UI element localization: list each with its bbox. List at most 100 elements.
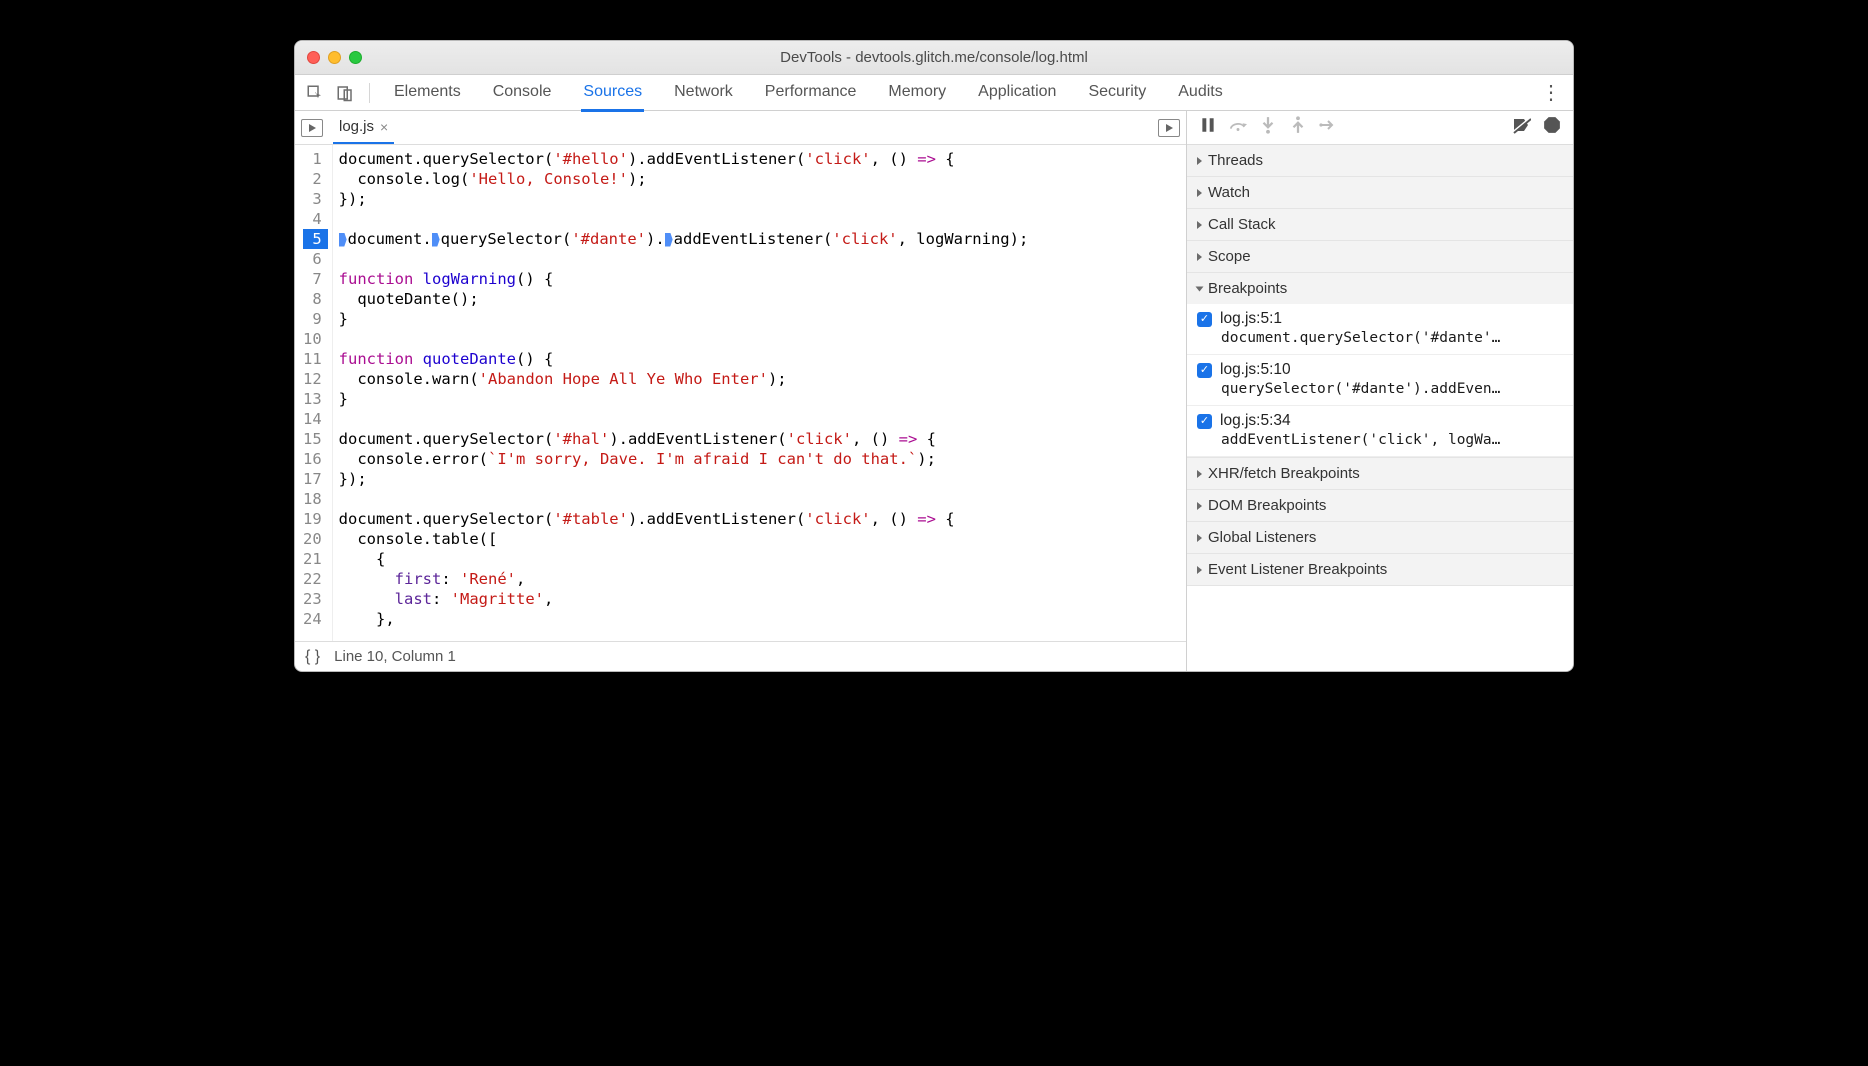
code-line[interactable]: console.table([ bbox=[339, 529, 1029, 549]
section-breakpoints[interactable]: Breakpoints bbox=[1187, 273, 1573, 304]
cursor-position: Line 10, Column 1 bbox=[334, 648, 456, 665]
pause-on-exceptions-icon[interactable] bbox=[1543, 116, 1561, 139]
code-line[interactable]: quoteDante(); bbox=[339, 289, 1029, 309]
disclosure-triangle-icon bbox=[1197, 534, 1202, 542]
line-number[interactable]: 5 bbox=[303, 229, 328, 249]
inspect-element-icon[interactable] bbox=[303, 81, 327, 105]
section-threads[interactable]: Threads bbox=[1187, 145, 1573, 176]
code-editor[interactable]: 123456789101112131415161718192021222324 … bbox=[295, 145, 1186, 641]
breakpoint-snippet: document.querySelector('#dante'… bbox=[1221, 330, 1563, 346]
line-number[interactable]: 11 bbox=[303, 349, 328, 369]
tab-network[interactable]: Network bbox=[672, 75, 735, 111]
code-line[interactable] bbox=[339, 209, 1029, 229]
line-gutter[interactable]: 123456789101112131415161718192021222324 bbox=[295, 145, 333, 641]
section-call-stack[interactable]: Call Stack bbox=[1187, 209, 1573, 240]
line-number[interactable]: 1 bbox=[303, 149, 328, 169]
line-number[interactable]: 3 bbox=[303, 189, 328, 209]
deactivate-breakpoints-icon[interactable] bbox=[1513, 116, 1531, 139]
line-number[interactable]: 15 bbox=[303, 429, 328, 449]
line-number[interactable]: 9 bbox=[303, 309, 328, 329]
line-number[interactable]: 10 bbox=[303, 329, 328, 349]
window-zoom-button[interactable] bbox=[349, 51, 362, 64]
code-line[interactable]: } bbox=[339, 389, 1029, 409]
code-line[interactable]: function quoteDante() { bbox=[339, 349, 1029, 369]
step-out-icon[interactable] bbox=[1289, 116, 1307, 139]
window-minimize-button[interactable] bbox=[328, 51, 341, 64]
tab-elements[interactable]: Elements bbox=[392, 75, 463, 111]
file-tab-logjs[interactable]: log.js × bbox=[333, 111, 394, 144]
tab-security[interactable]: Security bbox=[1086, 75, 1148, 111]
tab-audits[interactable]: Audits bbox=[1176, 75, 1224, 111]
code-line[interactable]: function logWarning() { bbox=[339, 269, 1029, 289]
breakpoint-item[interactable]: ✓log.js:5:10querySelector('#dante').addE… bbox=[1187, 355, 1573, 406]
breakpoint-checkbox[interactable]: ✓ bbox=[1197, 414, 1212, 429]
step-icon[interactable] bbox=[1319, 116, 1337, 139]
show-navigator-icon[interactable] bbox=[301, 119, 323, 137]
line-number[interactable]: 7 bbox=[303, 269, 328, 289]
disclosure-triangle-icon bbox=[1197, 189, 1202, 197]
line-number[interactable]: 21 bbox=[303, 549, 328, 569]
line-number[interactable]: 2 bbox=[303, 169, 328, 189]
step-into-icon[interactable] bbox=[1259, 116, 1277, 139]
line-number[interactable]: 14 bbox=[303, 409, 328, 429]
line-number[interactable]: 22 bbox=[303, 569, 328, 589]
step-over-icon[interactable] bbox=[1229, 116, 1247, 139]
breakpoint-item[interactable]: ✓log.js:5:1document.querySelector('#dant… bbox=[1187, 304, 1573, 355]
code-line[interactable]: first: 'René', bbox=[339, 569, 1029, 589]
section-global-listeners[interactable]: Global Listeners bbox=[1187, 522, 1573, 553]
code-line[interactable]: console.error(`I'm sorry, Dave. I'm afra… bbox=[339, 449, 1029, 469]
code-line[interactable]: last: 'Magritte', bbox=[339, 589, 1029, 609]
line-number[interactable]: 12 bbox=[303, 369, 328, 389]
window-close-button[interactable] bbox=[307, 51, 320, 64]
code-line[interactable]: document.querySelector('#hal').addEventL… bbox=[339, 429, 1029, 449]
line-number[interactable]: 17 bbox=[303, 469, 328, 489]
line-number[interactable]: 24 bbox=[303, 609, 328, 629]
code-line[interactable]: document.querySelector('#table').addEven… bbox=[339, 509, 1029, 529]
show-debugger-icon[interactable] bbox=[1158, 119, 1180, 137]
tab-console[interactable]: Console bbox=[491, 75, 554, 111]
code-line[interactable]: console.log('Hello, Console!'); bbox=[339, 169, 1029, 189]
line-number[interactable]: 20 bbox=[303, 529, 328, 549]
code-line[interactable]: document.querySelector('#hello').addEven… bbox=[339, 149, 1029, 169]
line-number[interactable]: 4 bbox=[303, 209, 328, 229]
code-line[interactable]: document.querySelector('#dante').addEven… bbox=[339, 229, 1029, 249]
pause-icon[interactable] bbox=[1199, 116, 1217, 139]
code-line[interactable]: { bbox=[339, 549, 1029, 569]
tab-application[interactable]: Application bbox=[976, 75, 1058, 111]
close-tab-icon[interactable]: × bbox=[380, 119, 388, 135]
code-line[interactable] bbox=[339, 249, 1029, 269]
code-line[interactable]: } bbox=[339, 309, 1029, 329]
code-line[interactable] bbox=[339, 329, 1029, 349]
code-line[interactable]: }); bbox=[339, 469, 1029, 489]
section-label: Breakpoints bbox=[1208, 280, 1287, 297]
section-label: Event Listener Breakpoints bbox=[1208, 561, 1387, 578]
code-line[interactable]: console.warn('Abandon Hope All Ye Who En… bbox=[339, 369, 1029, 389]
tab-performance[interactable]: Performance bbox=[763, 75, 859, 111]
code-line[interactable]: }); bbox=[339, 189, 1029, 209]
tab-sources[interactable]: Sources bbox=[581, 75, 644, 112]
code-line[interactable] bbox=[339, 409, 1029, 429]
breakpoint-snippet: querySelector('#dante').addEven… bbox=[1221, 381, 1563, 397]
pretty-print-icon[interactable]: { } bbox=[305, 648, 320, 666]
line-number[interactable]: 8 bbox=[303, 289, 328, 309]
line-number[interactable]: 18 bbox=[303, 489, 328, 509]
line-number[interactable]: 13 bbox=[303, 389, 328, 409]
section-dom-breakpoints[interactable]: DOM Breakpoints bbox=[1187, 490, 1573, 521]
line-number[interactable]: 19 bbox=[303, 509, 328, 529]
line-number[interactable]: 23 bbox=[303, 589, 328, 609]
code-line[interactable] bbox=[339, 489, 1029, 509]
tab-memory[interactable]: Memory bbox=[886, 75, 948, 111]
section-watch[interactable]: Watch bbox=[1187, 177, 1573, 208]
line-number[interactable]: 16 bbox=[303, 449, 328, 469]
breakpoint-checkbox[interactable]: ✓ bbox=[1197, 363, 1212, 378]
section-scope[interactable]: Scope bbox=[1187, 241, 1573, 272]
more-menu-icon[interactable]: ⋮ bbox=[1537, 80, 1565, 105]
code-line[interactable]: }, bbox=[339, 609, 1029, 629]
section-xhr-fetch-breakpoints[interactable]: XHR/fetch Breakpoints bbox=[1187, 458, 1573, 489]
device-toolbar-icon[interactable] bbox=[333, 81, 357, 105]
line-number[interactable]: 6 bbox=[303, 249, 328, 269]
breakpoint-item[interactable]: ✓log.js:5:34addEventListener('click', lo… bbox=[1187, 406, 1573, 457]
section-event-listener-breakpoints[interactable]: Event Listener Breakpoints bbox=[1187, 554, 1573, 585]
breakpoint-checkbox[interactable]: ✓ bbox=[1197, 312, 1212, 327]
source-text[interactable]: document.querySelector('#hello').addEven… bbox=[333, 145, 1035, 641]
